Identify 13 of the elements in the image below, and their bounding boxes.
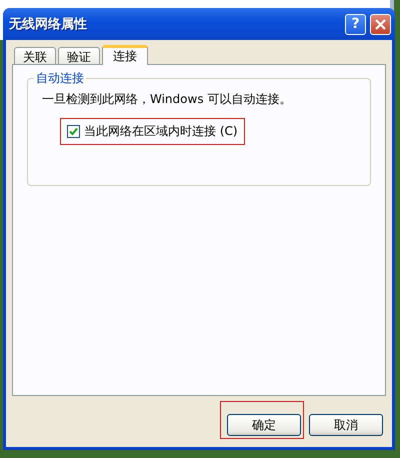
close-button[interactable] (370, 14, 391, 34)
description-text: 一旦检测到此网络，Windows 可以自动连接。 (42, 91, 292, 108)
tab[interactable]: 连接 (102, 45, 148, 65)
close-icon (375, 18, 386, 30)
group-title: 自动连接 (34, 70, 86, 87)
window-title: 无线网络属性 (9, 16, 88, 33)
help-button[interactable]: ? (345, 14, 366, 34)
tab[interactable]: 关联 (14, 47, 56, 64)
dialog-button[interactable]: 确定 (227, 414, 301, 436)
tab[interactable]: 验证 (58, 47, 100, 64)
auto-connect-checkbox[interactable]: 当此网络在区域内时连接 (C) (67, 123, 238, 140)
checkmark-icon (69, 127, 78, 136)
dialog-button[interactable]: 取消 (309, 414, 383, 436)
